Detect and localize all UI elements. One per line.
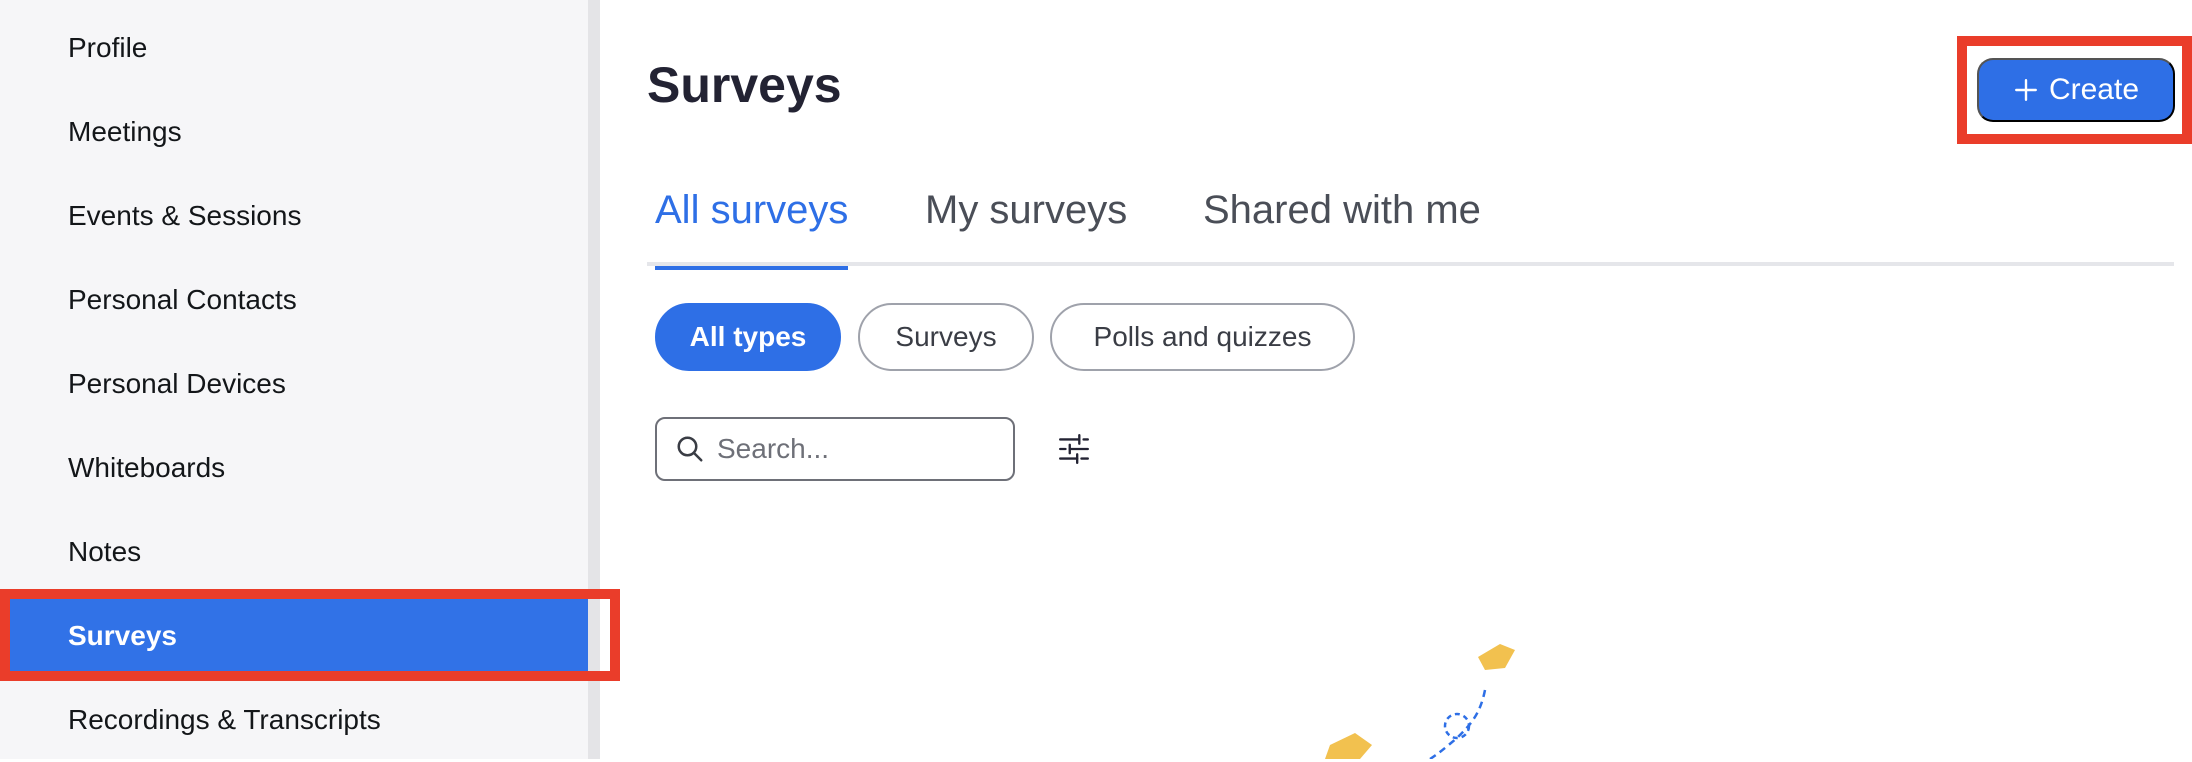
sidebar-item-surveys[interactable]: Surveys (0, 594, 588, 678)
sidebar-scrollbar[interactable] (588, 0, 600, 759)
create-button[interactable]: Create (1977, 58, 2175, 122)
search-icon (677, 436, 703, 462)
sidebar: Profile Meetings Events & Sessions Perso… (0, 0, 588, 759)
sidebar-item-personal-contacts[interactable]: Personal Contacts (0, 258, 588, 342)
filter-sliders-icon (1059, 434, 1089, 464)
page-title: Surveys (647, 57, 842, 113)
sidebar-item-profile[interactable]: Profile (0, 6, 588, 90)
tab-shared-with-me[interactable]: Shared with me (1203, 180, 1481, 266)
search-input[interactable] (717, 433, 987, 465)
chip-all-types[interactable]: All types (655, 303, 841, 371)
chip-surveys[interactable]: Surveys (858, 303, 1034, 371)
sidebar-item-whiteboards[interactable]: Whiteboards (0, 426, 588, 510)
search-box[interactable] (655, 417, 1015, 481)
tab-bar: All surveys My surveys Shared with me (647, 180, 2174, 270)
sidebar-item-personal-devices[interactable]: Personal Devices (0, 342, 588, 426)
chip-polls-and-quizzes[interactable]: Polls and quizzes (1050, 303, 1355, 371)
sidebar-item-meetings[interactable]: Meetings (0, 90, 588, 174)
sidebar-item-events-sessions[interactable]: Events & Sessions (0, 174, 588, 258)
filter-button[interactable] (1053, 428, 1095, 470)
tab-my-surveys[interactable]: My surveys (925, 180, 1127, 266)
plus-icon (2015, 79, 2037, 101)
create-button-label: Create (2048, 73, 2140, 106)
empty-state-illustration (1325, 644, 1515, 759)
tab-all-surveys[interactable]: All surveys (655, 180, 849, 270)
main-content: Surveys Create All surveys My surveys Sh… (600, 0, 2192, 759)
sidebar-item-notes[interactable]: Notes (0, 510, 588, 594)
sidebar-item-recordings-transcripts[interactable]: Recordings & Transcripts (0, 678, 588, 762)
